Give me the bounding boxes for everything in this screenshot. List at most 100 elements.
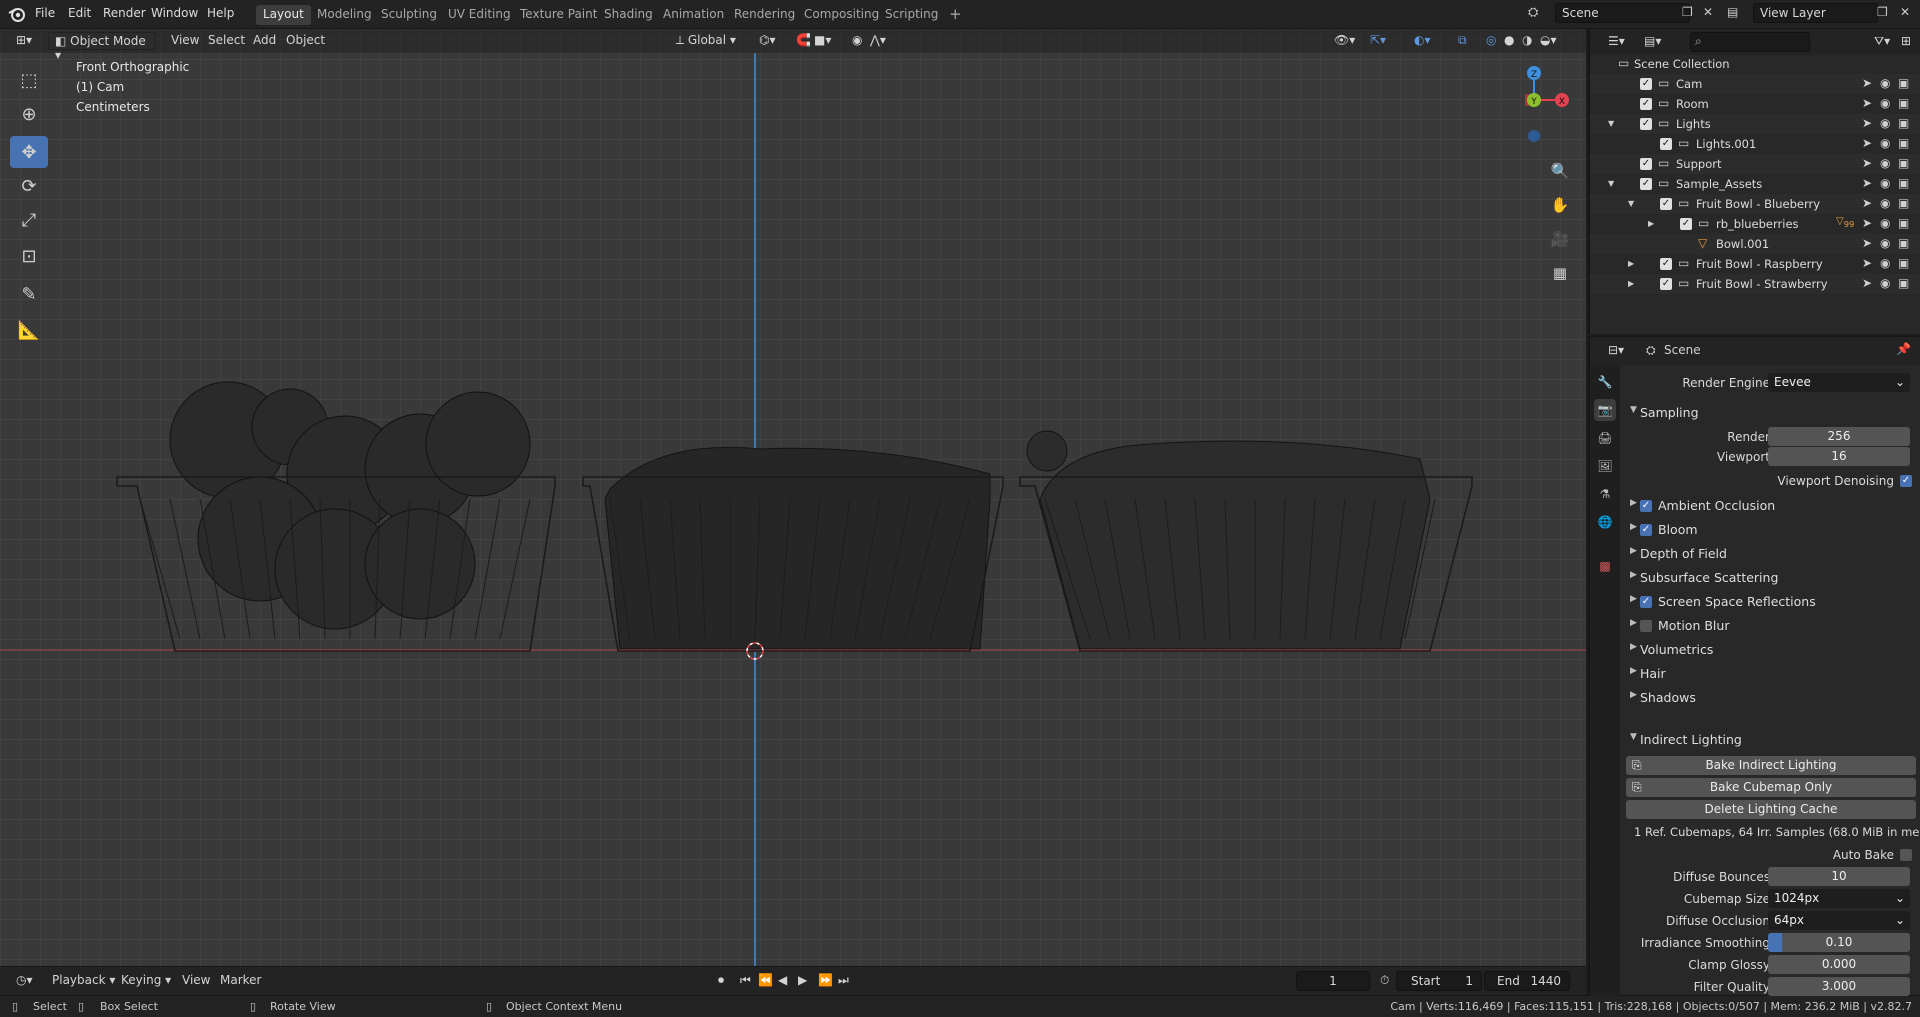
camera-render-icon[interactable]: ▣ <box>1898 156 1909 170</box>
auto-bake-checkbox[interactable] <box>1900 849 1912 861</box>
exclude-checkbox[interactable]: ✓ <box>1680 218 1692 230</box>
camera-render-icon[interactable]: ▣ <box>1898 116 1909 130</box>
bake-indirect-lighting-button[interactable]: ⎘ Bake Indirect Lighting <box>1626 756 1916 775</box>
exclude-checkbox[interactable]: ✓ <box>1640 78 1652 90</box>
visibility-icon[interactable]: 👁▾ <box>1328 32 1361 50</box>
camera-render-icon[interactable]: ▣ <box>1898 216 1909 230</box>
outliner-row[interactable]: ✓ ▭ Cam ➤ ◉ ▣ <box>1590 74 1920 94</box>
selectable-arrow-icon[interactable]: ➤ <box>1862 256 1872 270</box>
view-layer-new-icon[interactable]: ❐ <box>1877 5 1888 19</box>
menu-render[interactable]: Render <box>103 6 146 20</box>
camera-render-icon[interactable]: ▣ <box>1898 236 1909 250</box>
eye-icon[interactable]: ◉ <box>1880 276 1890 290</box>
transform-tool-icon[interactable]: ⊡ <box>10 240 48 272</box>
jump-end-icon[interactable]: ⏭ <box>832 972 855 990</box>
selectable-arrow-icon[interactable]: ➤ <box>1862 236 1872 250</box>
outliner-row[interactable]: ▶ ✓ ▭ Fruit Bowl - Raspberry ➤ ◉ ▣ <box>1590 254 1920 274</box>
blender-logo-icon[interactable] <box>8 5 26 23</box>
move-tool-icon[interactable]: ✥ <box>10 136 48 168</box>
selectable-arrow-icon[interactable]: ➤ <box>1862 216 1872 230</box>
tab-uv-editing[interactable]: UV Editing <box>441 5 518 25</box>
gizmo-toggle-icon[interactable]: ⇱▾ <box>1364 32 1392 50</box>
indirect-lighting-panel-header[interactable]: ▼ Indirect Lighting <box>1620 728 1920 752</box>
eye-icon[interactable]: ◉ <box>1880 96 1890 110</box>
zoom-icon[interactable]: 🔍 <box>1546 157 1574 185</box>
transform-orientation-selector[interactable]: ⟂ Global ▾ <box>670 32 742 50</box>
panel-header[interactable]: ▶ Motion Blur <box>1620 614 1920 638</box>
rotate-tool-icon[interactable]: ⟳ <box>10 170 48 202</box>
property-field[interactable]: 0.000 <box>1768 955 1910 974</box>
property-field[interactable]: 10 <box>1768 867 1910 886</box>
menu-edit[interactable]: Edit <box>68 6 91 20</box>
outliner-row[interactable]: ▶ ✓ ▭ rb_blueberries ▽99 ➤ ◉ ▣ <box>1590 214 1920 234</box>
outliner-row[interactable]: ▼ ✓ ▭ Lights ➤ ◉ ▣ <box>1590 114 1920 134</box>
eye-icon[interactable]: ◉ <box>1880 176 1890 190</box>
measure-tool-icon[interactable]: 📐 <box>10 314 48 346</box>
selectable-arrow-icon[interactable]: ➤ <box>1862 176 1872 190</box>
sampling-panel-header[interactable]: ▼ Sampling <box>1620 401 1920 425</box>
selectable-arrow-icon[interactable]: ➤ <box>1862 156 1872 170</box>
scale-tool-icon[interactable]: ⤢ <box>10 204 48 236</box>
timeline-menu-playback[interactable]: Playback ▾ <box>46 972 121 990</box>
outliner-row[interactable]: ▽ Bowl.001 ➤ ◉ ▣ <box>1590 234 1920 254</box>
ortho-toggle-icon[interactable]: ▦ <box>1546 259 1574 287</box>
scene-tab-icon[interactable]: ⚗ <box>1594 483 1616 505</box>
menu-help[interactable]: Help <box>207 6 234 20</box>
viewport-menu-object[interactable]: Object <box>280 32 331 50</box>
tab-layout[interactable]: Layout <box>256 5 311 25</box>
xray-toggle-icon[interactable]: ⧉ <box>1452 32 1473 50</box>
panel-enable-checkbox[interactable]: ✓ <box>1640 500 1652 512</box>
property-slider[interactable]: 0.10 <box>1768 933 1910 952</box>
snap-target-icon[interactable]: ■▾ <box>808 32 837 50</box>
camera-render-icon[interactable]: ▣ <box>1898 76 1909 90</box>
view-layer-tab-icon[interactable]: 🖼 <box>1594 455 1616 477</box>
timeline-menu-keying[interactable]: Keying ▾ <box>115 972 177 990</box>
annotate-tool-icon[interactable]: ✎ <box>10 278 48 310</box>
property-select[interactable]: 1024px ⌄ <box>1768 889 1910 908</box>
tab-sculpting[interactable]: Sculpting <box>374 5 444 25</box>
world-tab-icon[interactable]: 🌐 <box>1594 511 1616 533</box>
expand-arrow-icon[interactable]: ▼ <box>1608 119 1614 128</box>
panel-header[interactable]: ▶ ✓ Ambient Occlusion <box>1620 494 1920 518</box>
navigation-gizmo[interactable]: Z Y X <box>1521 63 1585 143</box>
panel-header[interactable]: ▶ Hair <box>1620 662 1920 686</box>
eye-icon[interactable]: ◉ <box>1880 76 1890 90</box>
eye-icon[interactable]: ◉ <box>1880 136 1890 150</box>
eye-icon[interactable]: ◉ <box>1880 116 1890 130</box>
tab-animation[interactable]: Animation <box>656 5 731 25</box>
play-reverse-icon[interactable]: ◀ <box>772 972 793 990</box>
camera-render-icon[interactable]: ▣ <box>1898 136 1909 150</box>
overlays-toggle-icon[interactable]: ◐▾ <box>1408 32 1437 50</box>
selectable-arrow-icon[interactable]: ➤ <box>1862 76 1872 90</box>
panel-header[interactable]: ▶ Depth of Field <box>1620 542 1920 566</box>
exclude-checkbox[interactable]: ✓ <box>1640 98 1652 110</box>
view-layer-browse-icon[interactable]: ▤ <box>1727 5 1738 19</box>
outliner-row[interactable]: ✓ ▭ Room ➤ ◉ ▣ <box>1590 94 1920 114</box>
view-layer-field[interactable]: View Layer <box>1753 3 1878 23</box>
pivot-point-icon[interactable]: ⌬▾ <box>753 32 782 50</box>
play-icon[interactable]: ▶ <box>792 972 813 990</box>
viewport-menu-view[interactable]: View <box>165 32 205 50</box>
exclude-checkbox[interactable]: ✓ <box>1660 258 1672 270</box>
tab-scripting[interactable]: Scripting <box>878 5 945 25</box>
delete-lighting-cache-button[interactable]: Delete Lighting Cache <box>1626 800 1916 819</box>
pan-hand-icon[interactable]: ✋ <box>1546 191 1574 219</box>
viewport-menu-select[interactable]: Select <box>202 32 251 50</box>
tab-shading[interactable]: Shading <box>597 5 660 25</box>
preview-range-icon[interactable]: ⏱ <box>1374 972 1395 990</box>
selectable-arrow-icon[interactable]: ➤ <box>1862 276 1872 290</box>
menu-file[interactable]: File <box>35 6 55 20</box>
camera-render-icon[interactable]: ▣ <box>1898 96 1909 110</box>
panel-header[interactable]: ▶ Shadows <box>1620 686 1920 710</box>
camera-render-icon[interactable]: ▣ <box>1898 176 1909 190</box>
select-box-tool-icon[interactable]: ⬚ <box>10 64 48 96</box>
tab-modeling[interactable]: Modeling <box>310 5 379 25</box>
menu-window[interactable]: Window <box>151 6 198 20</box>
collapse-arrow-icon[interactable]: ▶ <box>1628 259 1634 268</box>
collapse-arrow-icon[interactable]: ▶ <box>1628 279 1634 288</box>
outliner-row[interactable]: ▶ ✓ ▭ Fruit Bowl - Strawberry ➤ ◉ ▣ <box>1590 274 1920 294</box>
timeline-menu-marker[interactable]: Marker <box>214 972 267 990</box>
exclude-checkbox[interactable]: ✓ <box>1640 178 1652 190</box>
editor-type-icon[interactable]: ⊞▾ <box>10 32 38 50</box>
pin-icon[interactable]: 📌 <box>1896 342 1911 356</box>
